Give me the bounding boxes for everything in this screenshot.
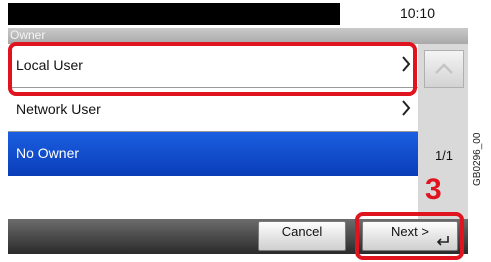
list-item-no-owner[interactable]: No Owner <box>8 132 418 176</box>
list-item-label: No Owner <box>16 145 80 161</box>
status-bar: 10:10 <box>0 0 469 28</box>
chevron-right-icon <box>402 100 411 116</box>
cancel-button[interactable]: Cancel <box>258 221 346 251</box>
next-button-callout <box>355 212 464 260</box>
clock: 10:10 <box>399 5 435 21</box>
local-user-callout <box>8 42 417 96</box>
figure-code: GB0296_00 <box>472 132 483 186</box>
status-title-block <box>8 3 340 25</box>
step-number: 3 <box>425 173 442 206</box>
section-title: Owner <box>10 28 46 42</box>
list-item-label: Network User <box>16 101 101 117</box>
scroll-up-icon <box>435 63 453 74</box>
page-indicator: 1/1 <box>434 148 454 163</box>
scroll-up-button[interactable] <box>424 50 464 88</box>
